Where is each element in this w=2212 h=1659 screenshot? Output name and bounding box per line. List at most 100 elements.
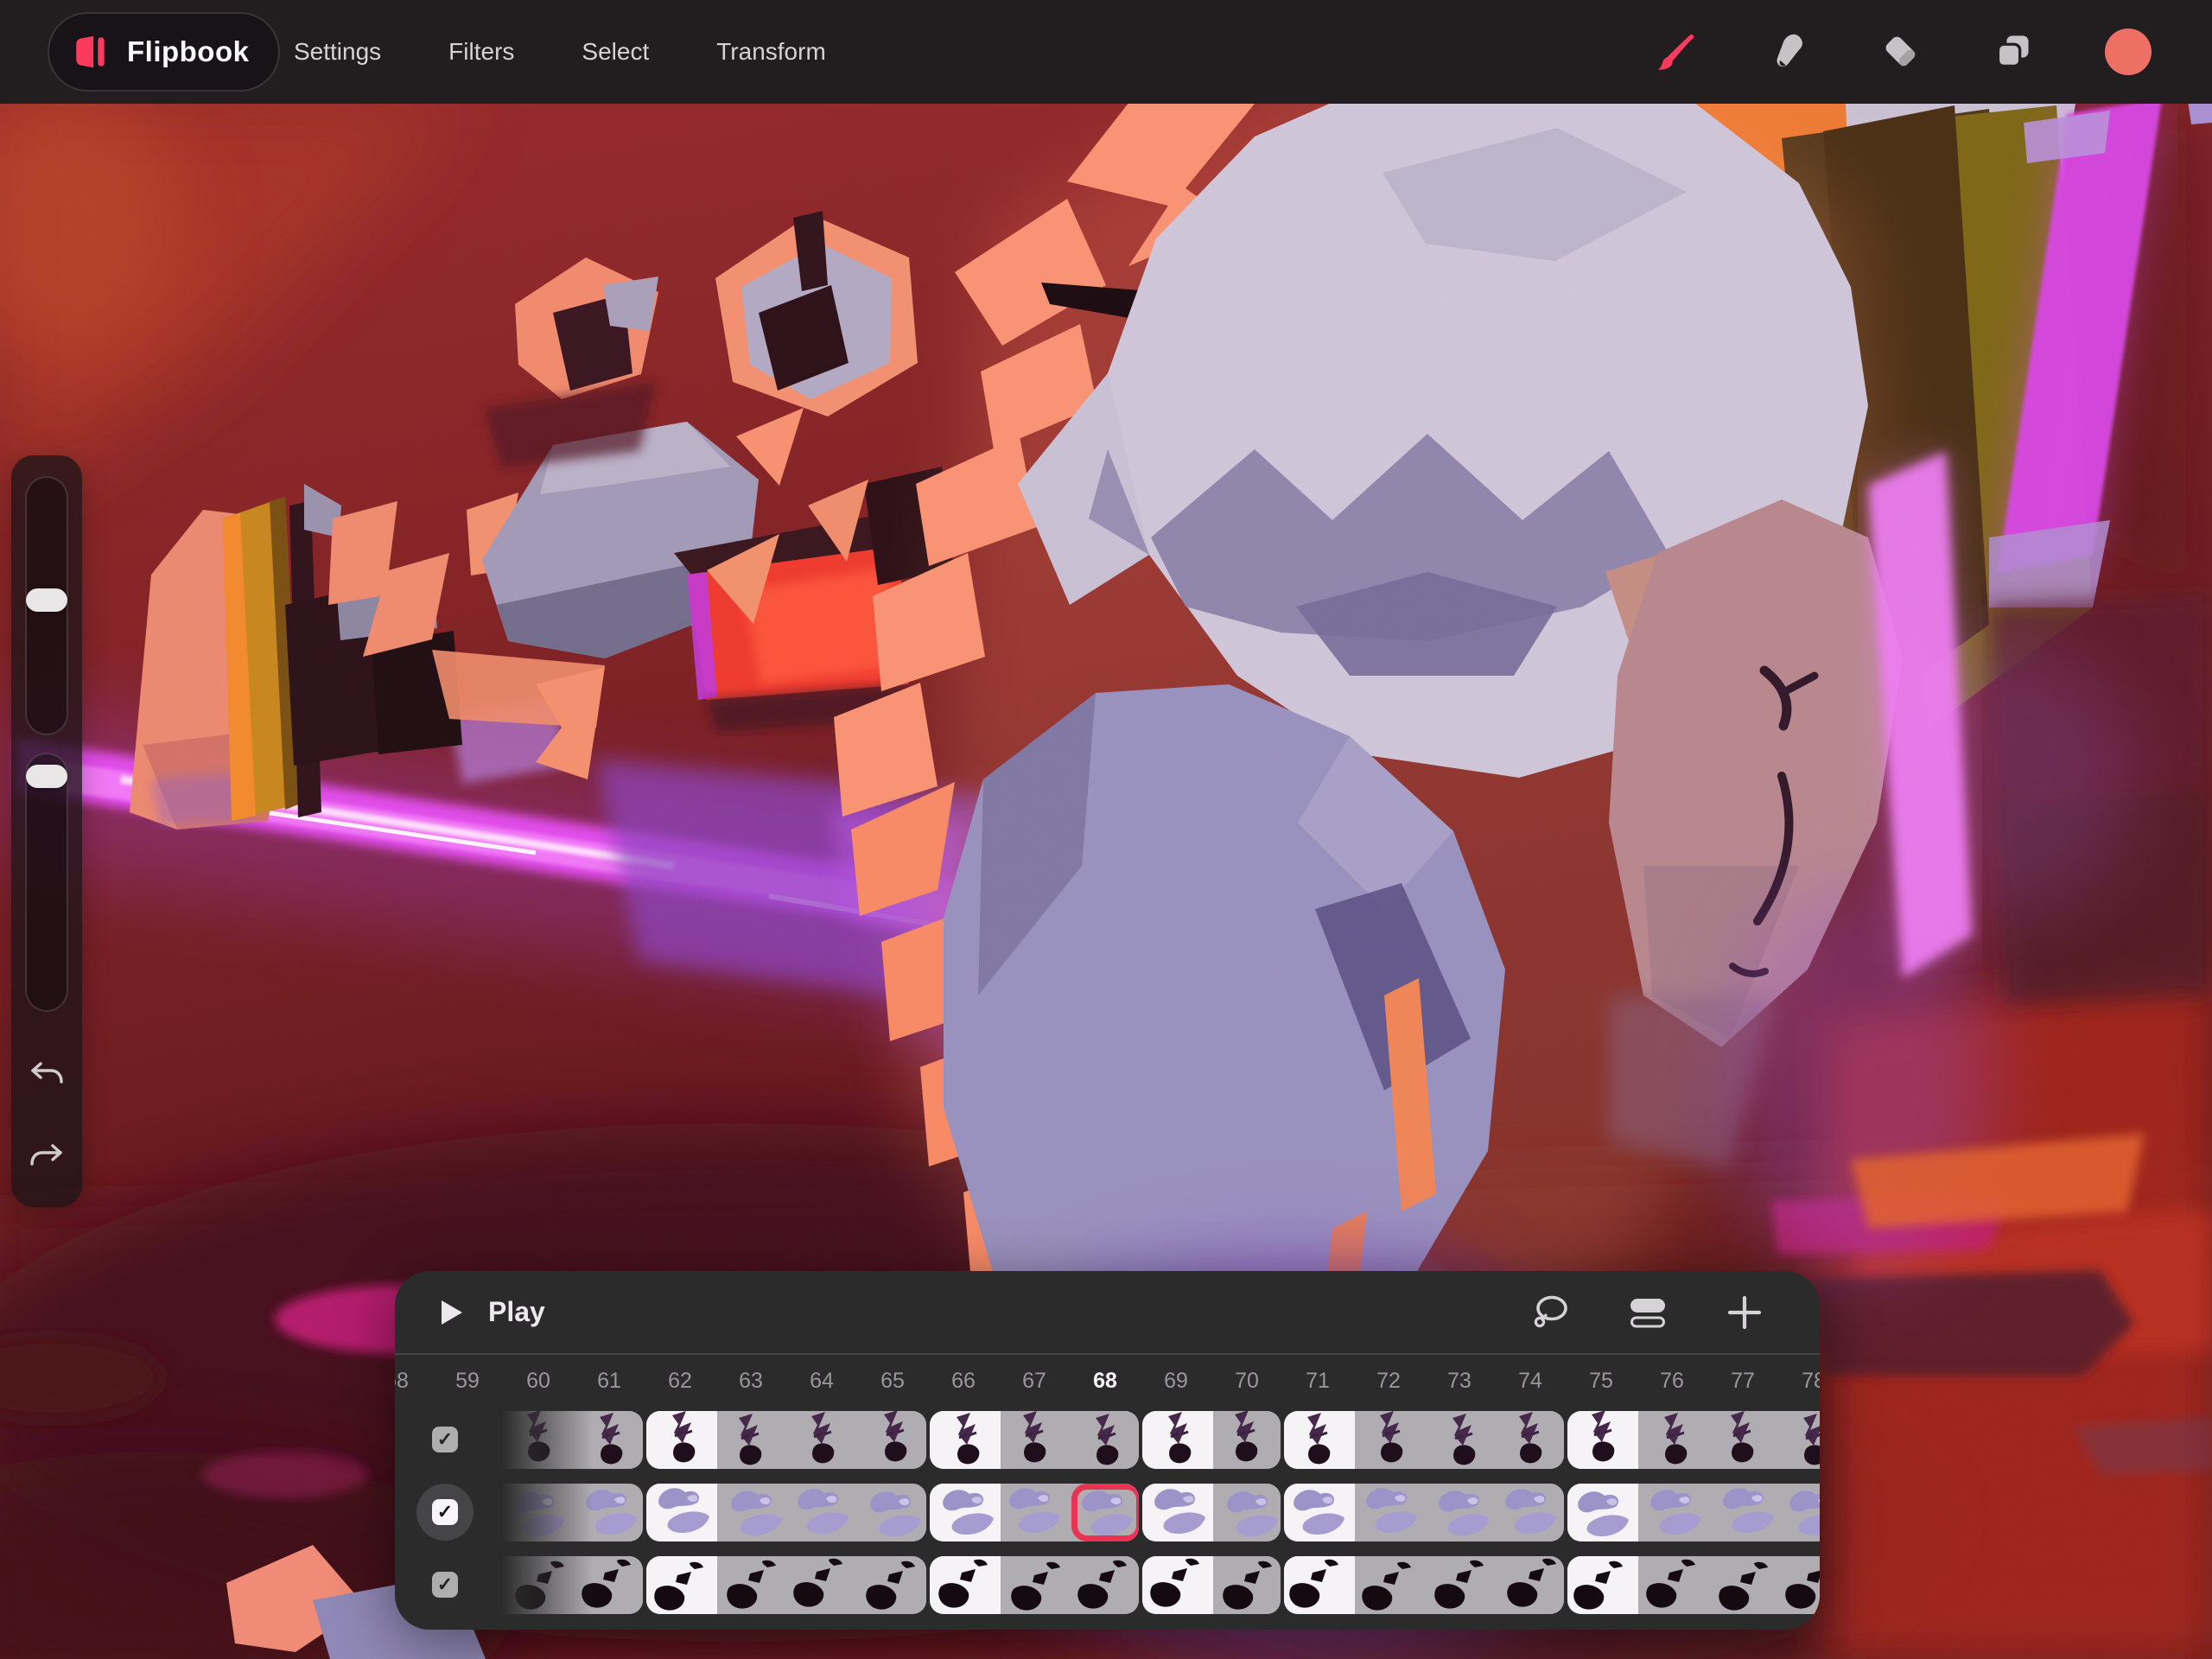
frame-label-78[interactable]: 78 [1778,1355,1820,1407]
frame-cell-73[interactable] [1426,1484,1497,1541]
frame-cell-70[interactable] [1213,1411,1281,1469]
frame-cell-69[interactable] [1142,1411,1213,1469]
color-layer-row-visibility-checkbox[interactable]: ✓ [432,1499,458,1525]
frame-cell-65[interactable] [859,1484,926,1541]
frame-label-61[interactable]: 61 [574,1355,645,1407]
lasso-select-button[interactable] [1531,1294,1571,1331]
frame-cell-67[interactable] [1001,1484,1071,1541]
color-layer-row-frame-strip[interactable] [481,1484,1820,1541]
frame-cell-65[interactable] [859,1411,926,1469]
frame-label-71[interactable]: 71 [1282,1355,1353,1407]
frame-cell-60[interactable] [505,1411,575,1469]
frame-cell-75[interactable] [1567,1411,1638,1469]
frame-cell-76[interactable] [1638,1556,1709,1614]
sketch-layer-row-visibility-checkbox[interactable]: ✓ [432,1427,458,1452]
frame-label-70[interactable]: 70 [1211,1355,1282,1407]
frame-label-58[interactable]: 58 [395,1355,432,1407]
frame-cell-78[interactable] [1780,1411,1820,1469]
frame-label-64[interactable]: 64 [786,1355,857,1407]
frame-cell-77[interactable] [1709,1411,1780,1469]
frame-cell-71[interactable] [1284,1411,1355,1469]
frame-cell-60[interactable] [505,1556,575,1614]
frame-cell-71[interactable] [1284,1556,1355,1614]
eraser-tool[interactable] [1880,31,1922,73]
add-frame-button[interactable] [1725,1294,1764,1331]
frame-label-62[interactable]: 62 [645,1355,715,1407]
ink-layer-row-frame-strip[interactable] [481,1556,1820,1614]
frame-cell-73[interactable] [1426,1411,1497,1469]
frame-cell-78[interactable] [1780,1484,1820,1541]
sketch-layer-row-frame-strip[interactable] [481,1411,1820,1469]
frame-cell-59[interactable] [481,1484,505,1541]
frame-label-72[interactable]: 72 [1353,1355,1424,1407]
frame-cell-63[interactable] [717,1556,788,1614]
play-button[interactable]: Play [436,1271,545,1353]
frame-label-67[interactable]: 67 [999,1355,1070,1407]
frame-cell-72[interactable] [1355,1484,1426,1541]
frame-cell-71[interactable] [1284,1484,1355,1541]
frame-cell-69[interactable] [1142,1484,1213,1541]
frame-cell-76[interactable] [1638,1484,1709,1541]
menu-item-filters[interactable]: Filters [448,38,514,66]
frame-cell-61[interactable] [575,1556,643,1614]
frame-label-63[interactable]: 63 [715,1355,786,1407]
frame-cell-72[interactable] [1355,1556,1426,1614]
frame-label-60[interactable]: 60 [503,1355,574,1407]
frame-label-66[interactable]: 66 [928,1355,999,1407]
frame-cell-76[interactable] [1638,1411,1709,1469]
frame-ruler[interactable]: 5859606162636465666768697071727374757677… [395,1355,1820,1407]
frame-cell-59[interactable] [481,1556,505,1614]
layers-tool[interactable] [1993,31,2034,73]
frame-cell-74[interactable] [1497,1411,1564,1469]
frame-cell-68[interactable] [1071,1411,1139,1469]
frame-cell-61[interactable] [575,1484,643,1541]
menu-item-select[interactable]: Select [582,38,649,66]
frame-cell-66[interactable] [930,1411,1001,1469]
frame-cell-64[interactable] [788,1411,859,1469]
frame-cell-72[interactable] [1355,1411,1426,1469]
frame-label-65[interactable]: 65 [857,1355,928,1407]
frame-cell-61[interactable] [575,1411,643,1469]
frame-cell-70[interactable] [1213,1556,1281,1614]
menu-item-transform[interactable]: Transform [716,38,826,66]
frame-cell-63[interactable] [717,1411,788,1469]
smudge-tool[interactable] [1768,31,1809,73]
frame-label-68[interactable]: 68 [1070,1355,1141,1407]
active-color-swatch[interactable] [2105,29,2152,75]
redo-button[interactable] [28,1138,66,1176]
frame-label-74[interactable]: 74 [1495,1355,1566,1407]
frame-cell-66[interactable] [930,1556,1001,1614]
frame-cell-74[interactable] [1497,1556,1564,1614]
frame-cell-75[interactable] [1567,1484,1638,1541]
frame-cell-62[interactable] [646,1556,717,1614]
brush-opacity-slider[interactable] [25,753,68,1012]
frame-cell-67[interactable] [1001,1556,1071,1614]
frame-cell-69[interactable] [1142,1556,1213,1614]
flipbook-menu-button[interactable]: Flipbook [48,12,280,92]
undo-button[interactable] [28,1056,66,1094]
frame-cell-75[interactable] [1567,1556,1638,1614]
frame-cell-73[interactable] [1426,1556,1497,1614]
brush-size-handle[interactable] [26,588,67,612]
frame-cell-64[interactable] [788,1556,859,1614]
frame-label-73[interactable]: 73 [1424,1355,1495,1407]
frame-label-76[interactable]: 76 [1637,1355,1707,1407]
frame-cell-77[interactable] [1709,1484,1780,1541]
frame-label-75[interactable]: 75 [1566,1355,1637,1407]
frame-cell-70[interactable] [1213,1484,1281,1541]
frame-cell-62[interactable] [646,1484,717,1541]
color-layer-row-active-highlight[interactable]: ✓ [416,1484,474,1541]
frame-cell-66[interactable] [930,1484,1001,1541]
frame-cell-59[interactable] [481,1411,505,1469]
frame-cell-63[interactable] [717,1484,788,1541]
frame-cell-78[interactable] [1780,1556,1820,1614]
tracks-button[interactable] [1628,1294,1668,1331]
frame-cell-68[interactable] [1071,1556,1139,1614]
frame-label-77[interactable]: 77 [1707,1355,1778,1407]
ink-layer-row-visibility-checkbox[interactable]: ✓ [432,1572,458,1598]
frame-cell-74[interactable] [1497,1484,1564,1541]
paint-brush-tool[interactable] [1656,31,1697,73]
brush-size-slider[interactable] [25,476,68,735]
frame-label-59[interactable]: 59 [432,1355,503,1407]
frame-cell-77[interactable] [1709,1556,1780,1614]
